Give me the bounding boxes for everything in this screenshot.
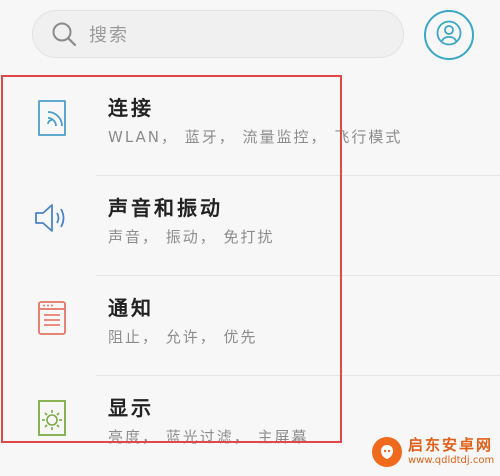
settings-item-title: 显示 [108, 396, 154, 420]
search-placeholder: 搜索 [89, 25, 129, 46]
watermark-logo-icon [372, 437, 402, 467]
settings-item-notifications[interactable]: 通知 阻止， 允许， 优先 [0, 276, 500, 376]
watermark-title: 启东安卓网 [408, 436, 494, 454]
settings-item-subtitle: 亮度， 蓝光过滤， 主屏幕 [108, 428, 309, 446]
settings-list: 连接 WLAN， 蓝牙， 流量监控， 飞行模式 声音和振动 声音， 振动， 免打… [0, 76, 500, 476]
user-icon [436, 20, 462, 50]
settings-item-title: 通知 [108, 296, 154, 320]
settings-item-subtitle: WLAN， 蓝牙， 流量监控， 飞行模式 [108, 128, 403, 146]
display-icon [30, 396, 74, 440]
connection-icon [30, 96, 74, 140]
account-button[interactable] [424, 10, 474, 60]
settings-item-title: 声音和振动 [108, 196, 223, 220]
search-bar[interactable]: 搜索 [32, 10, 404, 58]
search-icon [49, 19, 79, 49]
settings-item-title: 连接 [108, 96, 154, 120]
watermark: 启东安卓网 www.qdldtdj.com [372, 432, 500, 472]
watermark-url: www.qdldtdj.com [408, 455, 495, 466]
watermark-text: 启东安卓网 www.qdldtdj.com [408, 438, 494, 466]
settings-item-sound[interactable]: 声音和振动 声音， 振动， 免打扰 [0, 176, 500, 276]
notification-icon [30, 296, 74, 340]
settings-item-subtitle: 阻止， 允许， 优先 [108, 328, 258, 346]
speaker-icon [30, 196, 74, 240]
settings-item-connections[interactable]: 连接 WLAN， 蓝牙， 流量监控， 飞行模式 [0, 76, 500, 176]
settings-item-subtitle: 声音， 振动， 免打扰 [108, 228, 275, 246]
